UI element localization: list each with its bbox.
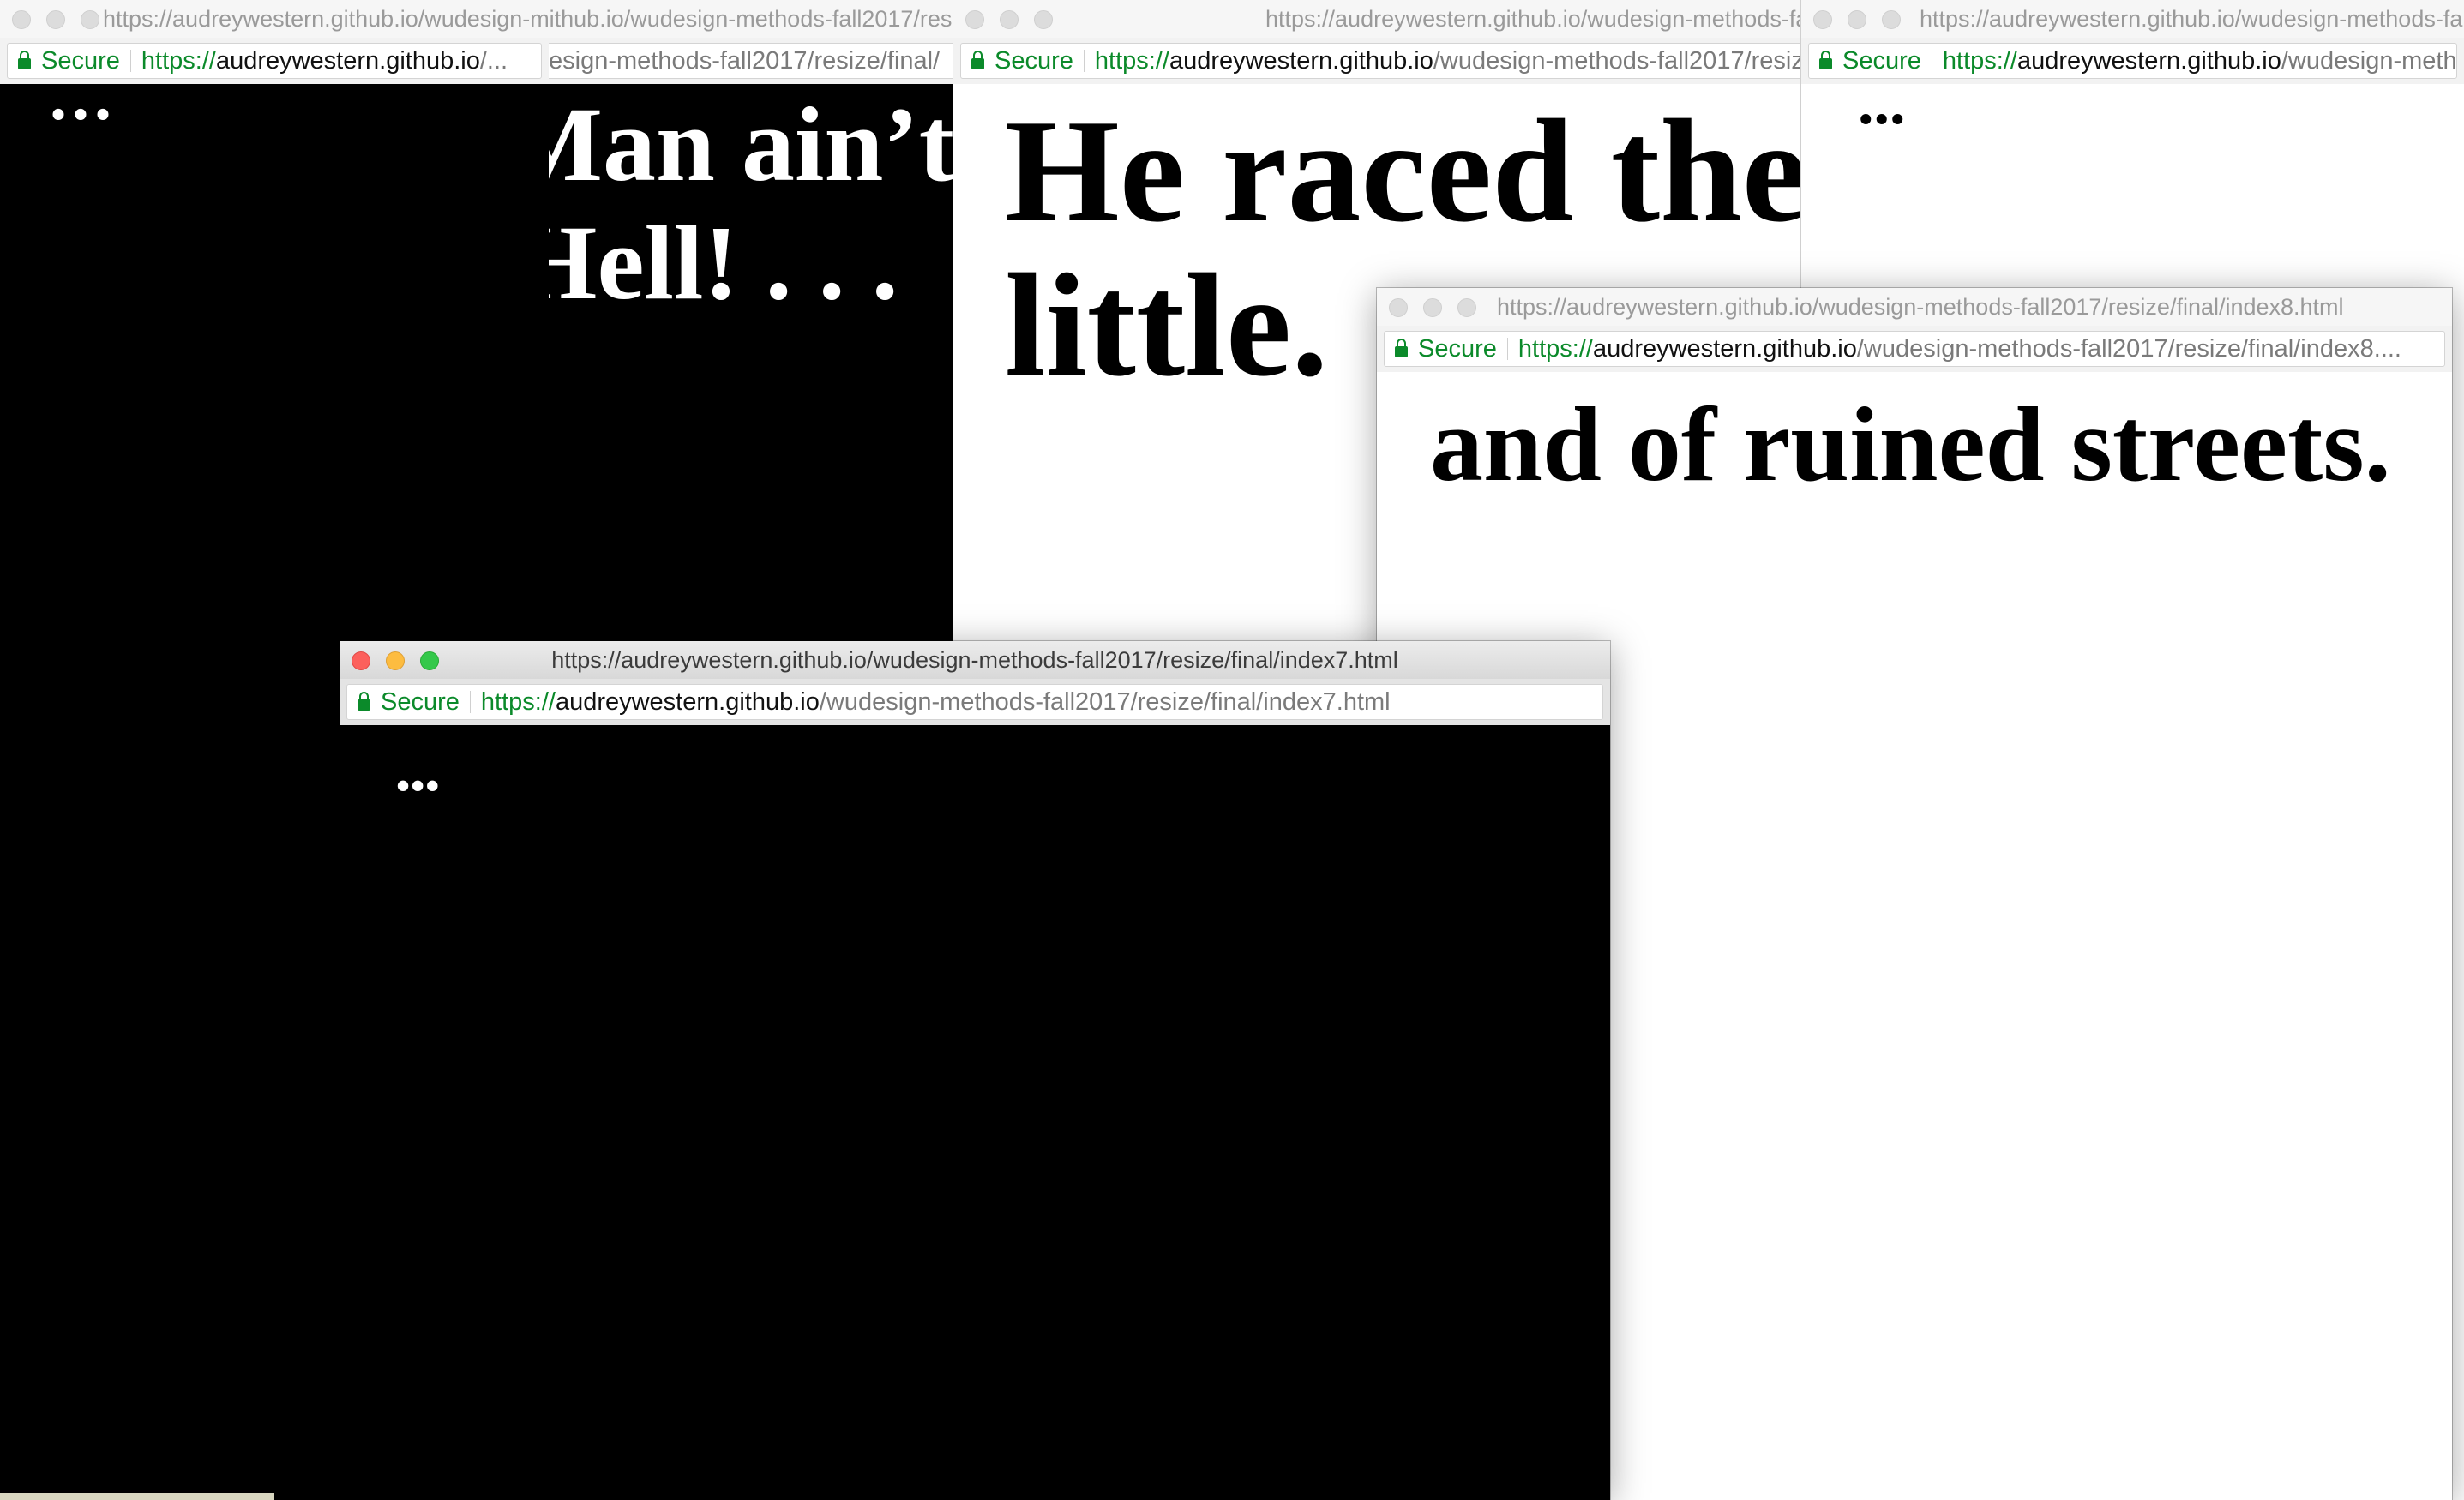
close-traffic-light[interactable] xyxy=(965,10,984,29)
url-separator xyxy=(129,50,131,72)
zoom-traffic-light[interactable] xyxy=(1457,298,1476,317)
secure-label: Secure xyxy=(995,46,1073,75)
address-bar: Secure https://audreywestern.github.io/w… xyxy=(340,679,1610,726)
zoom-traffic-light[interactable] xyxy=(1034,10,1053,29)
close-traffic-light[interactable] xyxy=(1389,298,1408,317)
lock-icon xyxy=(358,691,370,711)
minimize-traffic-light[interactable] xyxy=(1423,298,1442,317)
zoom-traffic-light[interactable] xyxy=(1882,10,1901,29)
traffic-lights xyxy=(965,10,1053,29)
url-text: https://audreywestern.github.io/wudesign… xyxy=(1517,334,2401,363)
traffic-lights xyxy=(1389,298,1476,317)
zoom-traffic-light[interactable] xyxy=(81,10,99,29)
secure-label: Secure xyxy=(1418,334,1497,363)
minimize-traffic-light[interactable] xyxy=(1000,10,1019,29)
page-text-line-2: Hell! . . . xyxy=(549,204,898,321)
close-traffic-light[interactable] xyxy=(1813,10,1832,29)
url-text: https://audreywestern.github.io/wudesign… xyxy=(1942,46,2456,75)
window-title: https://audreywestern.github.io/wudesign… xyxy=(1920,6,2464,32)
address-bar: esign-methods-fall2017/resize/final/ xyxy=(549,38,953,85)
close-traffic-light[interactable] xyxy=(12,10,31,29)
window-titlebar[interactable]: https://audreywestern.github.io/wudesign… xyxy=(340,641,1610,680)
lock-icon xyxy=(1819,50,1832,69)
url-field[interactable]: esign-methods-fall2017/resize/final/ xyxy=(549,43,953,79)
page-text-line-1: Man ain’t xyxy=(549,86,953,203)
page-text-line-2: little. xyxy=(1005,244,1329,407)
page-text: ... xyxy=(50,59,117,135)
url-field[interactable]: Secure https://audreywestern.github.io/w… xyxy=(346,684,1603,720)
page-text-line-1: He raced the city xyxy=(1005,90,1804,253)
traffic-lights xyxy=(12,10,99,29)
url-text: https://audreywestern.github.io/... xyxy=(141,46,508,75)
lock-icon xyxy=(1395,338,1408,357)
lock-icon xyxy=(18,50,31,69)
browser-window-index7[interactable]: https://audreywestern.github.io/wudesign… xyxy=(340,641,1610,1500)
window-titlebar[interactable]: https://audreywestern.github.io/wudesign… xyxy=(0,0,549,39)
url-text: esign-methods-fall2017/resize/final/ xyxy=(549,46,941,75)
page-text: and of ruined streets. xyxy=(1430,386,2391,503)
secure-label: Secure xyxy=(381,687,460,716)
window-title: https://audreywestern.github.io/wudesign… xyxy=(1497,294,2344,320)
url-field[interactable]: Secure https://audreywestern.github.io/w… xyxy=(1384,331,2445,367)
url-field[interactable]: Secure https://audreywestern.github.io/w… xyxy=(960,43,1804,79)
traffic-lights xyxy=(1813,10,1901,29)
page-text: ••• xyxy=(396,764,441,807)
window-title: https://audreywestern.github.io/wudesign… xyxy=(1265,6,1804,32)
url-separator xyxy=(1083,50,1085,72)
window-title: https://audreywestern.github.io/wudesign… xyxy=(551,647,1398,673)
url-separator xyxy=(1506,338,1508,360)
page-content: ••• xyxy=(340,725,1610,1500)
window-titlebar[interactable]: https://audreywestern.github.io/wudesign… xyxy=(1377,288,2452,327)
url-field[interactable]: Secure https://audreywestern.github.io/w… xyxy=(1808,43,2457,79)
window-titlebar[interactable]: https://audreywestern.github.io/wudesign… xyxy=(953,0,1804,39)
minimize-traffic-light[interactable] xyxy=(46,10,65,29)
window-titlebar[interactable]: https://audreywestern.github.io/wudesign… xyxy=(1801,0,2464,39)
status-bar xyxy=(0,1493,274,1500)
url-separator xyxy=(469,691,471,713)
url-text: https://audreywestern.github.io/wudesign… xyxy=(1094,46,1803,75)
window-title: https://audreywestern.github.io/wudesign… xyxy=(549,6,953,32)
minimize-traffic-light[interactable] xyxy=(1848,10,1866,29)
url-text: https://audreywestern.github.io/wudesign… xyxy=(480,687,1391,716)
address-bar: Secure https://audreywestern.github.io/w… xyxy=(953,38,1804,85)
window-titlebar[interactable]: https://audreywestern.github.io/wudesign… xyxy=(549,0,953,39)
window-title: https://audreywestern.github.io/wudesign… xyxy=(103,6,549,32)
page-text: ... xyxy=(1858,68,1906,138)
lock-icon xyxy=(971,50,984,69)
address-bar: Secure https://audreywestern.github.io/w… xyxy=(1377,326,2452,373)
